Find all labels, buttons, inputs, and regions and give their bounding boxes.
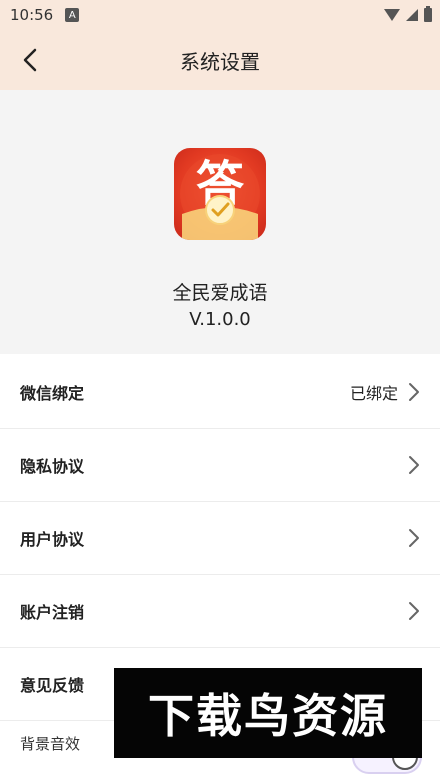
chevron-right-icon <box>409 456 419 474</box>
back-button[interactable] <box>10 40 50 80</box>
app-info-section: 答 全民爱成语 V.1.0.0 <box>0 90 440 354</box>
settings-item-label: 微信绑定 <box>20 384 85 403</box>
settings-item-account-deletion[interactable]: 账户注销 <box>0 575 440 648</box>
wifi-icon <box>384 9 400 21</box>
chevron-right-icon <box>409 383 419 401</box>
watermark-text: 下载鸟资源 <box>148 689 388 743</box>
chevron-right-icon <box>409 529 419 547</box>
watermark-banner: 下载鸟资源 <box>114 668 422 758</box>
settings-item-label: 账户注销 <box>20 603 85 622</box>
settings-item-label: 背景音效 <box>20 734 81 753</box>
status-icons <box>384 6 432 22</box>
settings-item-user-agreement[interactable]: 用户协议 <box>0 502 440 575</box>
battery-icon <box>424 6 432 22</box>
notification-icon: A <box>65 8 80 22</box>
app-logo: 答 <box>174 148 266 240</box>
chevron-left-icon <box>23 48 37 72</box>
chevron-right-icon <box>409 602 419 620</box>
nav-bar: 系统设置 <box>0 30 440 90</box>
settings-item-wechat-binding[interactable]: 微信绑定 已绑定 <box>0 356 440 429</box>
app-name: 全民爱成语 <box>172 282 268 304</box>
status-bar: 10:56 A <box>0 0 440 30</box>
status-time: 10:56 <box>10 6 54 24</box>
settings-item-label: 意见反馈 <box>20 676 85 695</box>
answer-logo-icon: 答 <box>180 154 260 240</box>
binding-status: 已绑定 <box>349 384 398 403</box>
settings-item-label: 隐私协议 <box>20 457 85 476</box>
app-version: V.1.0.0 <box>189 309 251 330</box>
signal-icon <box>406 9 418 21</box>
settings-item-privacy-policy[interactable]: 隐私协议 <box>0 429 440 502</box>
page-title: 系统设置 <box>180 49 260 74</box>
settings-item-label: 用户协议 <box>20 530 85 549</box>
